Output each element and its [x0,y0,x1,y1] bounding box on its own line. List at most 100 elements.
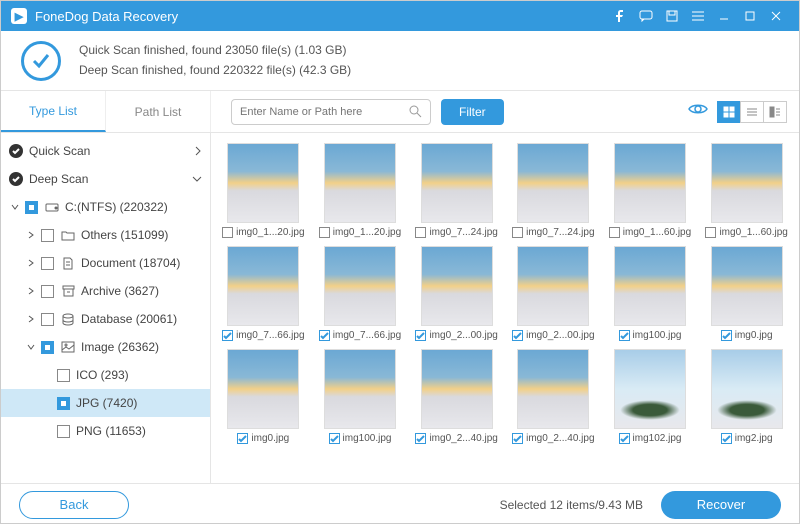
thumbnail[interactable] [227,246,299,326]
thumbnail[interactable] [711,349,783,429]
thumbnail[interactable] [227,143,299,223]
thumbnail[interactable] [614,246,686,326]
file-checkbox[interactable] [237,433,248,444]
sidebar-deep-scan[interactable]: Deep Scan [1,165,210,193]
file-tile[interactable]: img0_1...20.jpg [217,143,310,238]
file-checkbox[interactable] [512,227,523,238]
facebook-icon[interactable] [607,1,633,31]
file-checkbox[interactable] [512,330,523,341]
file-tile[interactable]: img100.jpg [604,246,697,341]
file-tile[interactable]: img0_7...24.jpg [410,143,503,238]
file-checkbox[interactable] [415,330,426,341]
checkbox[interactable] [57,425,70,438]
file-checkbox[interactable] [619,330,630,341]
file-checkbox[interactable] [329,433,340,444]
thumbnail[interactable] [324,246,396,326]
menu-icon[interactable] [685,1,711,31]
tab-type-list[interactable]: Type List [1,91,106,132]
thumbnail[interactable] [421,143,493,223]
search-input[interactable] [240,106,409,118]
checkbox-partial[interactable] [57,397,70,410]
file-tile[interactable]: img0_1...20.jpg [314,143,407,238]
file-tile[interactable]: img0_1...60.jpg [604,143,697,238]
thumbnail[interactable] [711,246,783,326]
check-circle-icon [21,41,61,81]
view-list-icon[interactable] [740,101,764,123]
file-checkbox[interactable] [415,227,426,238]
sidebar-database[interactable]: Database (20061) [1,305,210,333]
preview-icon[interactable] [688,102,708,121]
checkbox[interactable] [41,257,54,270]
file-checkbox[interactable] [721,330,732,341]
file-tile[interactable]: img0_1...60.jpg [700,143,793,238]
sidebar-image[interactable]: Image (26362) [1,333,210,361]
checkbox-partial[interactable] [41,341,54,354]
sidebar-quick-scan[interactable]: Quick Scan [1,137,210,165]
file-checkbox[interactable] [609,227,620,238]
minimize-icon[interactable] [711,1,737,31]
file-checkbox[interactable] [415,433,426,444]
thumbnail[interactable] [517,246,589,326]
file-tile[interactable]: img0_7...66.jpg [314,246,407,341]
file-tile[interactable]: img2.jpg [700,349,793,444]
thumbnail[interactable] [324,143,396,223]
file-checkbox[interactable] [319,227,330,238]
checkbox-partial[interactable] [25,201,38,214]
thumbnail[interactable] [614,143,686,223]
file-name: img0.jpg [251,433,289,444]
thumbnail[interactable] [324,349,396,429]
close-icon[interactable] [763,1,789,31]
sidebar-others[interactable]: Others (151099) [1,221,210,249]
sidebar-ico[interactable]: ICO (293) [1,361,210,389]
maximize-icon[interactable] [737,1,763,31]
sidebar-document[interactable]: Document (18704) [1,249,210,277]
filter-button[interactable]: Filter [441,99,504,125]
sidebar-png[interactable]: PNG (11653) [1,417,210,445]
save-icon[interactable] [659,1,685,31]
back-button[interactable]: Back [19,491,129,519]
feedback-icon[interactable] [633,1,659,31]
file-tile[interactable]: img0_2...40.jpg [410,349,503,444]
file-checkbox[interactable] [619,433,630,444]
search-box[interactable] [231,99,431,125]
file-tile[interactable]: img0_7...66.jpg [217,246,310,341]
thumbnail[interactable] [614,349,686,429]
file-tile[interactable]: img0_2...00.jpg [507,246,600,341]
checkbox[interactable] [41,285,54,298]
file-checkbox[interactable] [222,330,233,341]
sidebar-drive[interactable]: C:(NTFS) (220322) [1,193,210,221]
file-checkbox[interactable] [319,330,330,341]
checkbox[interactable] [41,229,54,242]
checkbox[interactable] [57,369,70,382]
sidebar-jpg[interactable]: JPG (7420) [1,389,210,417]
file-checkbox[interactable] [512,433,523,444]
file-tile[interactable]: img0_2...40.jpg [507,349,600,444]
file-tile[interactable]: img100.jpg [314,349,407,444]
file-tile[interactable]: img102.jpg [604,349,697,444]
thumbnail[interactable] [711,143,783,223]
thumbnail[interactable] [421,246,493,326]
chevron-right-icon [194,146,202,156]
recover-button[interactable]: Recover [661,491,781,519]
view-grid-icon[interactable] [717,101,741,123]
file-tile[interactable]: img0_7...24.jpg [507,143,600,238]
thumbnail[interactable] [421,349,493,429]
chevron-down-icon [192,175,202,183]
file-name: img2.jpg [735,433,773,444]
thumbnail[interactable] [227,349,299,429]
file-tile[interactable]: img0.jpg [700,246,793,341]
thumbnail[interactable] [517,349,589,429]
view-detail-icon[interactable] [763,101,787,123]
thumbnail[interactable] [517,143,589,223]
file-tile[interactable]: img0.jpg [217,349,310,444]
checkbox[interactable] [41,313,54,326]
file-checkbox[interactable] [721,433,732,444]
search-icon [409,105,422,118]
file-tile[interactable]: img0_2...00.jpg [410,246,503,341]
app-title: FoneDog Data Recovery [35,9,178,24]
file-checkbox[interactable] [222,227,233,238]
file-checkbox[interactable] [705,227,716,238]
sidebar-label: JPG (7420) [76,396,137,410]
sidebar-archive[interactable]: Archive (3627) [1,277,210,305]
tab-path-list[interactable]: Path List [106,91,211,132]
